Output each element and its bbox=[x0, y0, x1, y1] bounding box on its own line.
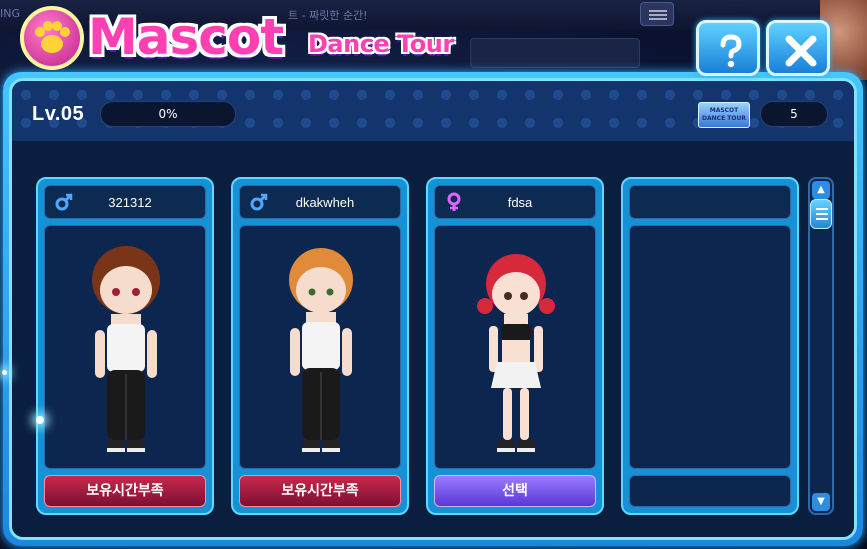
mascot-avatar bbox=[289, 248, 353, 452]
ticket-count: 5 bbox=[790, 107, 798, 121]
empty-mascot-slot[interactable] bbox=[621, 177, 799, 515]
dance-tour-ticket-icon: MASCOT DANCE TOUR bbox=[698, 102, 750, 128]
card-header: 321312 bbox=[44, 185, 206, 219]
help-button[interactable] bbox=[696, 20, 760, 76]
mascot-name: fdsa bbox=[507, 195, 533, 210]
card-header: fdsa bbox=[434, 185, 596, 219]
ticket-label: MASCOT DANCE TOUR bbox=[702, 107, 746, 122]
male-icon bbox=[250, 193, 268, 211]
sparkle-effect bbox=[36, 416, 44, 424]
mascot-dance-tour-logo: Mascot Dance Tour bbox=[20, 6, 470, 70]
level-label: Lv.05 bbox=[32, 103, 85, 125]
background-bar bbox=[470, 38, 640, 68]
mascot-preview bbox=[239, 225, 401, 469]
page-title: Mascot bbox=[88, 8, 284, 66]
card-action-button[interactable] bbox=[629, 475, 791, 507]
mascot-name: dkakwheh bbox=[295, 195, 355, 210]
mascot-preview bbox=[434, 225, 596, 469]
card-action-button[interactable]: 보유시간부족 bbox=[239, 475, 401, 507]
progress-text: 0% bbox=[158, 107, 178, 121]
background-text-left: ING bbox=[0, 7, 20, 20]
mascot-card[interactable]: fdsa 선택 bbox=[426, 177, 604, 515]
card-header: dkakwheh bbox=[239, 185, 401, 219]
page-subtitle: Dance Tour bbox=[308, 30, 454, 58]
mascot-preview bbox=[44, 225, 206, 469]
card-scrollbar[interactable]: ▲ ▼ bbox=[808, 177, 834, 515]
mascot-avatar bbox=[477, 254, 555, 452]
ticket-count-box: 5 bbox=[760, 101, 828, 127]
mascot-name: 321312 bbox=[108, 195, 152, 210]
background-menu-icon bbox=[640, 2, 674, 26]
mascot-card[interactable]: 321312 보유시간부족 bbox=[36, 177, 214, 515]
panel-inner: Lv.05 0% MASCOT DANCE TOUR 5 321312 보유시간… bbox=[9, 78, 857, 540]
close-icon bbox=[785, 35, 817, 67]
select-button[interactable]: 선택 bbox=[434, 475, 596, 507]
card-header bbox=[629, 185, 791, 219]
arrow-down-icon[interactable]: ▼ bbox=[812, 493, 830, 511]
arrow-up-icon[interactable]: ▲ bbox=[812, 181, 830, 199]
mascot-preview bbox=[629, 225, 791, 469]
mascot-avatar bbox=[92, 246, 160, 452]
mascot-panel: Lv.05 0% MASCOT DANCE TOUR 5 321312 보유시간… bbox=[3, 72, 863, 546]
female-icon bbox=[447, 192, 461, 211]
sparkle-effect bbox=[2, 370, 7, 375]
close-button[interactable] bbox=[766, 20, 830, 76]
scroll-thumb[interactable] bbox=[810, 199, 832, 229]
game-screen: ING 트 - 짜릿한 순간! Lv.05 0% MASCOT DANCE TO… bbox=[0, 0, 867, 549]
question-icon bbox=[720, 34, 742, 68]
card-action-button[interactable]: 보유시간부족 bbox=[44, 475, 206, 507]
paw-icon bbox=[20, 6, 84, 70]
level-progress-bar: 0% bbox=[100, 101, 236, 127]
male-icon bbox=[55, 193, 73, 211]
mascot-card[interactable]: dkakwheh 보유시간부족 bbox=[231, 177, 409, 515]
